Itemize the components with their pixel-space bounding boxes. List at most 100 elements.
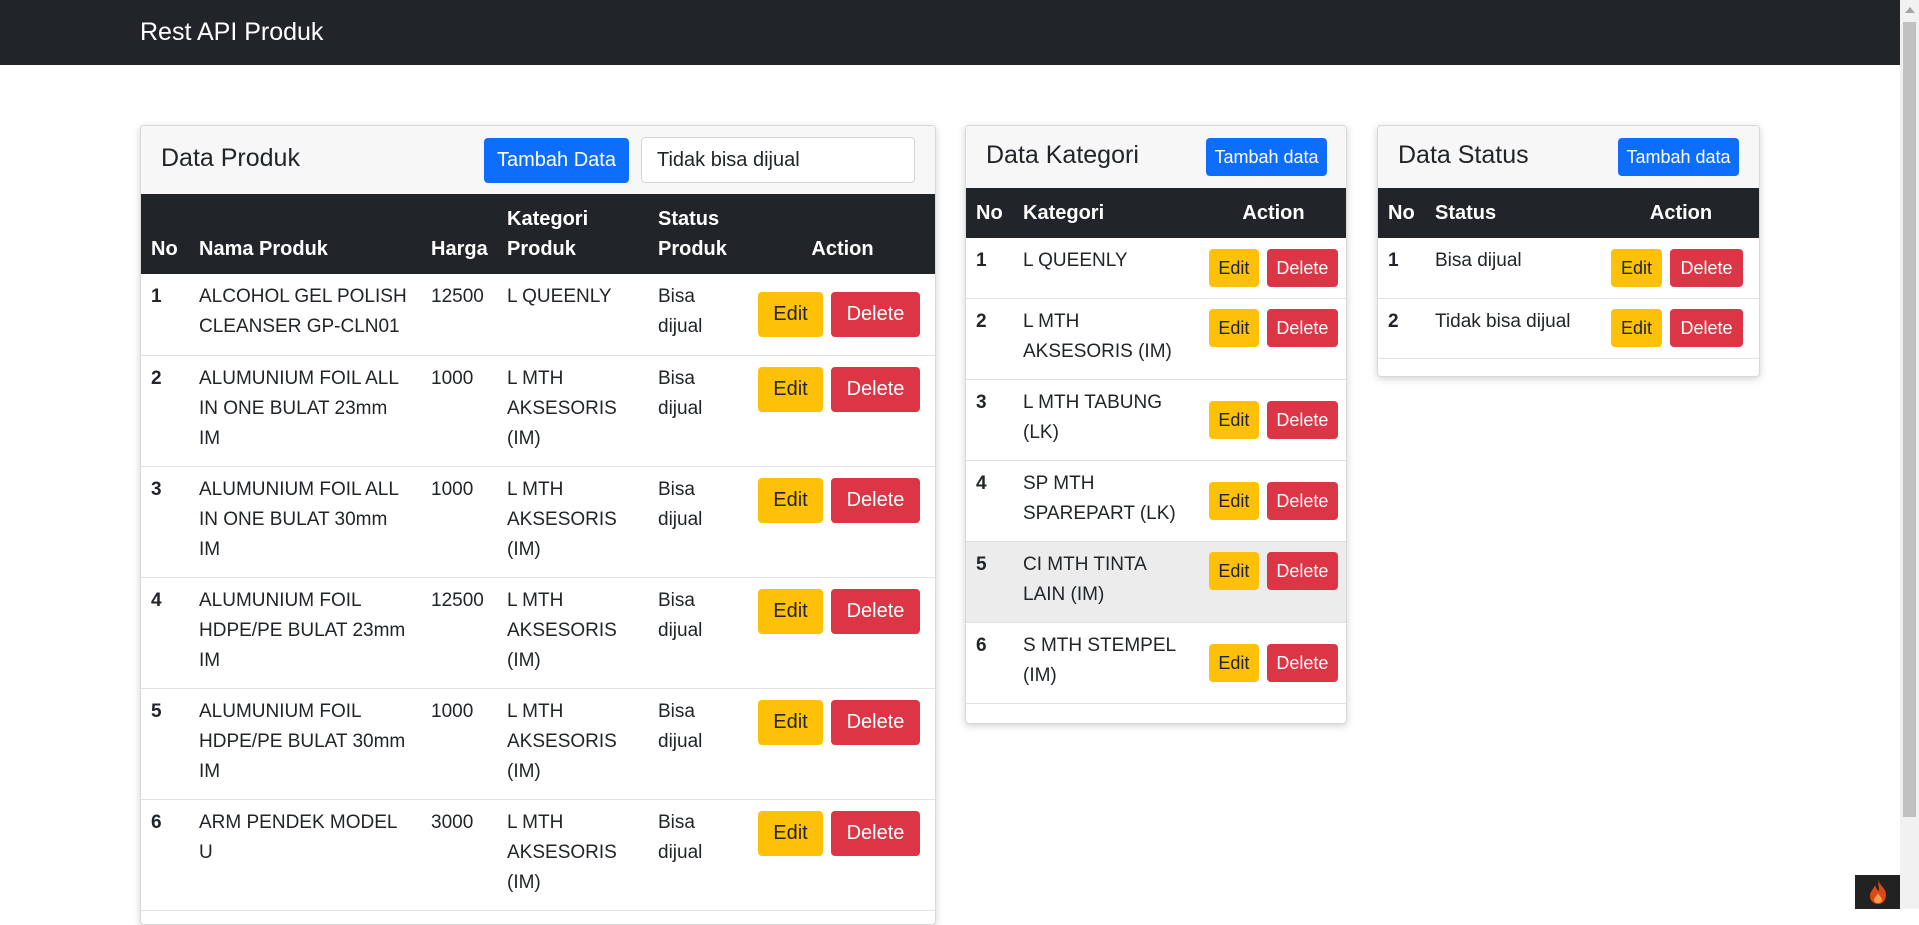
table-row: 5 CI MTH TINTA LAIN (IM) Edit Delete [966, 541, 1346, 623]
delete-button[interactable]: Delete [1266, 551, 1338, 590]
edit-button[interactable]: Edit [1209, 308, 1259, 347]
tambah-produk-button[interactable]: Tambah Data [484, 138, 629, 183]
col-header-action: Action [1199, 188, 1346, 238]
scrollbar-thumb[interactable] [1903, 22, 1916, 817]
col-header-status-produk: Status Produk [648, 194, 748, 274]
row-status: Tidak bisa dijual [1425, 298, 1601, 359]
kategori-table: No Kategori Action 1 L QUEENLY Edit Dele… [966, 188, 1346, 704]
edit-button[interactable]: Edit [1209, 551, 1259, 590]
row-kategori: L MTH TABUNG (LK) [1013, 379, 1199, 461]
delete-button[interactable]: Delete [1266, 308, 1338, 347]
tambah-kategori-button[interactable]: Tambah data [1206, 138, 1327, 176]
edit-button[interactable]: Edit [1209, 248, 1259, 287]
row-nama-produk: ALUMUNIUM FOIL HDPE/PE BULAT 23mm IM [189, 577, 421, 689]
row-no: 6 [141, 799, 189, 911]
row-kategori: SP MTH SPAREPART (LK) [1013, 460, 1199, 542]
row-actions: Edit Delete [748, 799, 935, 911]
row-actions: Edit Delete [1199, 379, 1346, 461]
edit-button[interactable]: Edit [1611, 248, 1662, 287]
row-kategori: L MTH AKSESORIS (IM) [497, 577, 648, 689]
row-status: Bisa dijual [648, 274, 748, 356]
row-harga: 1000 [421, 355, 497, 467]
row-harga: 1000 [421, 688, 497, 800]
row-kategori: CI MTH TINTA LAIN (IM) [1013, 541, 1199, 623]
edit-button[interactable]: Edit [1611, 309, 1662, 347]
delete-button[interactable]: Delete [1266, 481, 1338, 520]
row-actions: Edit Delete [748, 577, 935, 689]
col-header-harga: Harga [421, 194, 497, 274]
row-actions: Edit Delete [1199, 622, 1346, 704]
debug-toolbar-badge[interactable] [1855, 875, 1900, 909]
row-no: 5 [966, 541, 1013, 623]
delete-button[interactable]: Delete [831, 366, 920, 412]
table-row: 4 SP MTH SPAREPART (LK) Edit Delete [966, 460, 1346, 542]
produk-search-input[interactable] [641, 137, 915, 183]
row-no: 5 [141, 688, 189, 800]
edit-button[interactable]: Edit [758, 291, 823, 337]
delete-button[interactable]: Delete [1670, 309, 1743, 347]
edit-button[interactable]: Edit [1209, 643, 1259, 682]
edit-button[interactable]: Edit [758, 588, 823, 634]
edit-button[interactable]: Edit [758, 699, 823, 745]
delete-button[interactable]: Delete [831, 588, 920, 634]
table-row: 2 Tidak bisa dijual Edit Delete [1378, 298, 1759, 359]
delete-button[interactable]: Delete [1670, 248, 1743, 287]
delete-button[interactable]: Delete [831, 699, 920, 745]
kategori-card-title: Data Kategori [986, 141, 1139, 169]
delete-button[interactable]: Delete [831, 810, 920, 856]
vertical-scrollbar[interactable] [1900, 0, 1919, 909]
col-header-kategori: Kategori [1013, 188, 1199, 238]
table-row: 6 ARM PENDEK MODEL U 3000 L MTH AKSESORI… [141, 799, 935, 911]
row-no: 2 [1378, 298, 1425, 359]
scroll-up-arrow-icon[interactable] [1905, 7, 1915, 13]
delete-button[interactable]: Delete [831, 477, 920, 523]
row-kategori: L MTH AKSESORIS (IM) [497, 355, 648, 467]
row-harga: 12500 [421, 274, 497, 356]
table-row: 1 ALCOHOL GEL POLISH CLEANSER GP-CLN01 1… [141, 274, 935, 356]
row-actions: Edit Delete [748, 355, 935, 467]
kategori-card-header: Data Kategori Tambah data [966, 126, 1346, 188]
produk-table-header-row: No Nama Produk Harga Kategori Produk Sta… [141, 194, 935, 274]
navbar: Rest API Produk [0, 0, 1900, 65]
status-card-title: Data Status [1398, 141, 1529, 169]
row-nama-produk: ALUMUNIUM FOIL ALL IN ONE BULAT 30mm IM [189, 466, 421, 578]
row-no: 1 [141, 274, 189, 356]
row-kategori: L MTH AKSESORIS (IM) [497, 688, 648, 800]
delete-button[interactable]: Delete [1266, 643, 1338, 682]
tambah-status-button[interactable]: Tambah data [1618, 138, 1739, 176]
row-actions: Edit Delete [748, 274, 935, 356]
edit-button[interactable]: Edit [1209, 400, 1259, 439]
produk-card: Data Produk Tambah Data No Nama Produk H… [140, 125, 936, 925]
row-actions: Edit Delete [748, 466, 935, 578]
col-header-no: No [141, 194, 189, 274]
row-no: 3 [141, 466, 189, 578]
table-row: 5 ALUMUNIUM FOIL HDPE/PE BULAT 30mm IM 1… [141, 688, 935, 800]
row-nama-produk: ARM PENDEK MODEL U [189, 799, 421, 911]
row-kategori: S MTH STEMPEL (IM) [1013, 622, 1199, 704]
produk-card-title: Data Produk [161, 144, 300, 172]
row-actions: Edit Delete [1199, 460, 1346, 542]
row-no: 2 [141, 355, 189, 467]
edit-button[interactable]: Edit [758, 477, 823, 523]
row-status: Bisa dijual [648, 355, 748, 467]
row-no: 1 [966, 238, 1013, 299]
edit-button[interactable]: Edit [758, 366, 823, 412]
row-nama-produk: ALCOHOL GEL POLISH CLEANSER GP-CLN01 [189, 274, 421, 356]
flame-icon [1869, 880, 1886, 904]
navbar-brand[interactable]: Rest API Produk [140, 17, 323, 47]
edit-button[interactable]: Edit [1209, 481, 1259, 520]
delete-button[interactable]: Delete [1266, 248, 1338, 287]
delete-button[interactable]: Delete [831, 291, 920, 337]
table-row: 4 ALUMUNIUM FOIL HDPE/PE BULAT 23mm IM 1… [141, 577, 935, 689]
table-row: 2 ALUMUNIUM FOIL ALL IN ONE BULAT 23mm I… [141, 355, 935, 467]
row-no: 3 [966, 379, 1013, 461]
row-no: 6 [966, 622, 1013, 704]
produk-card-header: Data Produk Tambah Data [141, 126, 935, 194]
delete-button[interactable]: Delete [1266, 400, 1338, 439]
edit-button[interactable]: Edit [758, 810, 823, 856]
col-header-no: No [1378, 188, 1425, 238]
produk-table: No Nama Produk Harga Kategori Produk Sta… [141, 194, 935, 911]
row-actions: Edit Delete [1199, 541, 1346, 623]
row-harga: 12500 [421, 577, 497, 689]
row-no: 4 [966, 460, 1013, 542]
